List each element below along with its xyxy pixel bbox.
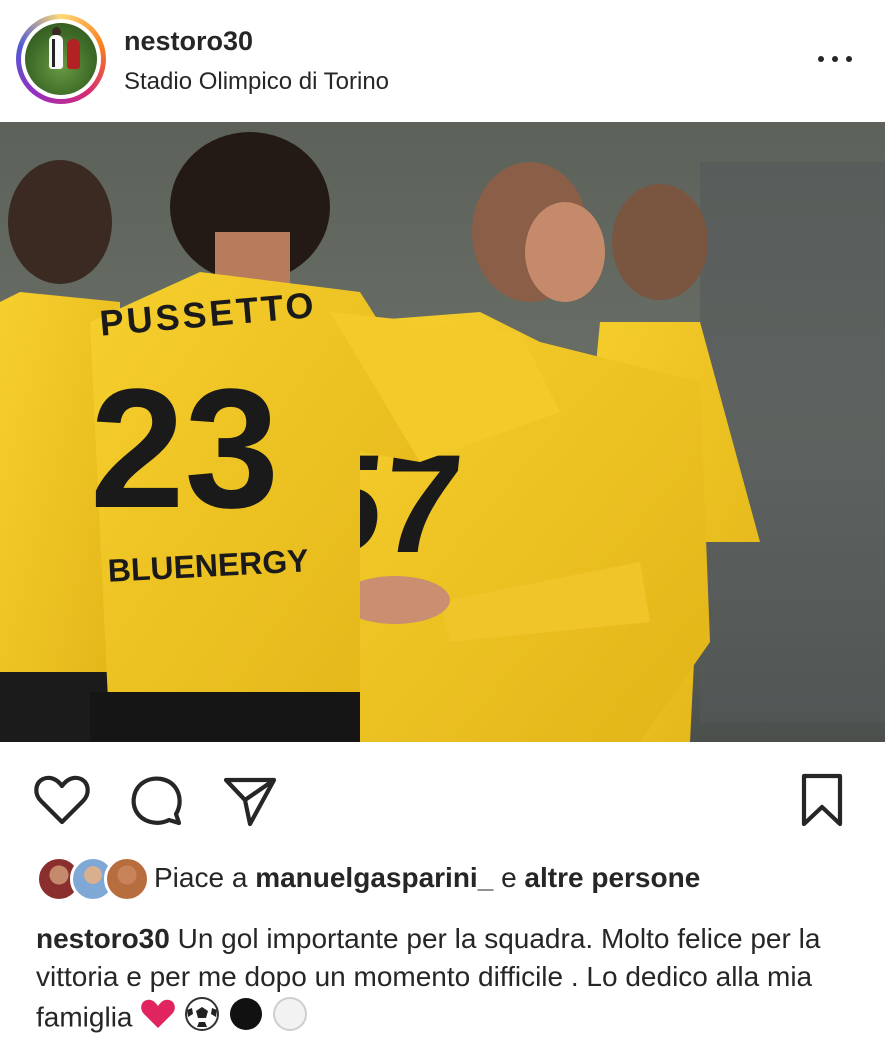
black-circle-emoji (228, 996, 264, 1042)
likes-prefix: Piace a (154, 862, 248, 893)
bookmark-icon[interactable] (792, 770, 852, 830)
post-username[interactable]: nestoro30 (124, 26, 253, 57)
share-icon[interactable] (220, 770, 280, 830)
more-options-icon[interactable] (810, 38, 860, 78)
caption-username[interactable]: nestoro30 (36, 923, 170, 954)
jersey-number: 23 (90, 354, 279, 544)
heart-emoji (140, 998, 176, 1040)
heart-icon[interactable] (32, 770, 92, 830)
soccer-ball-emoji (184, 996, 220, 1042)
action-bar (0, 760, 885, 840)
likes-row[interactable]: Piace a manuelgasparini_ e altre persone (36, 856, 876, 902)
liker-username[interactable]: manuelgasparini_ (255, 862, 493, 893)
white-circle-emoji (272, 996, 308, 1042)
likes-others[interactable]: altre persone (524, 862, 700, 893)
liker-avatar (104, 856, 150, 902)
post-location[interactable]: Stadio Olimpico di Torino (124, 68, 389, 96)
avatar-image (25, 23, 97, 95)
likes-text: Piace a manuelgasparini_ e altre persone (154, 862, 700, 894)
profile-avatar[interactable] (16, 14, 106, 104)
avatar-frame (21, 19, 101, 99)
likes-conjunction: e (501, 862, 517, 893)
photo-illustration: 57 PUSSETTO 23 BLUENERGY (0, 122, 885, 742)
comment-icon[interactable] (126, 770, 186, 830)
post-photo[interactable]: 57 PUSSETTO 23 BLUENERGY (0, 122, 885, 742)
post-header: nestoro30 Stadio Olimpico di Torino (0, 0, 885, 120)
